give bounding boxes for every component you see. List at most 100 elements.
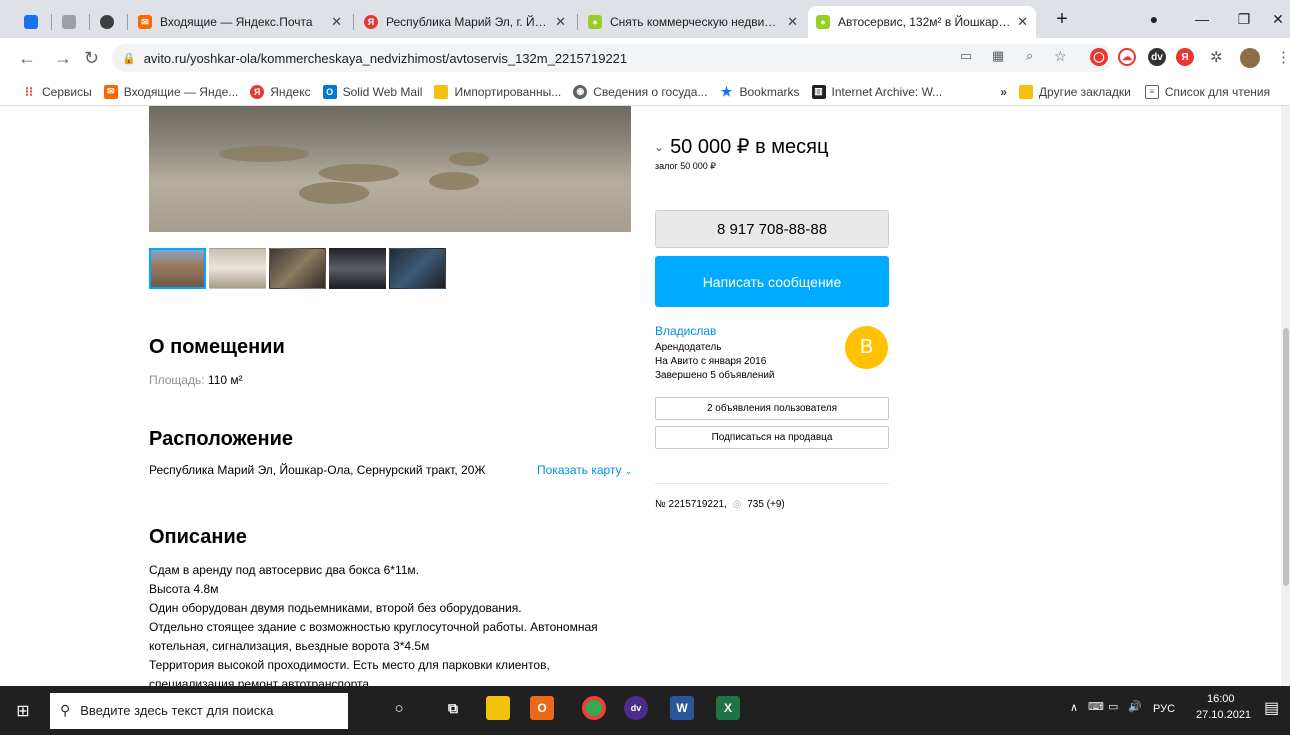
avito-favicon-icon: ● <box>588 15 602 29</box>
notifications-icon[interactable]: ▤ <box>1264 698 1279 718</box>
back-icon[interactable]: ← <box>18 48 36 69</box>
chevron-down-icon: ⌄ <box>654 139 665 154</box>
thumbnail[interactable] <box>389 248 446 289</box>
tab-avito-listing[interactable]: ● Автосервис, 132м² в Йошкар-О ✕ <box>808 6 1036 38</box>
photo-detail <box>429 172 479 190</box>
avito-favicon-icon: ● <box>816 15 830 29</box>
ad-number: № 2215719221, <box>655 499 727 510</box>
bookmark-yandex[interactable]: Я Яндекс <box>250 84 311 99</box>
bookmark-services[interactable]: ⁝⁝ Сервисы <box>22 83 92 99</box>
description-line: Отдельно стоящее здание с возможностью к… <box>149 620 598 634</box>
menu-kebab-icon[interactable]: ⋮ <box>1276 48 1290 66</box>
cast-icon[interactable]: ▭ <box>960 48 972 64</box>
extension-cloud-icon[interactable]: ☁ <box>1118 48 1136 66</box>
volume-icon[interactable]: 🔊 <box>1128 700 1142 713</box>
photo-detail <box>319 164 399 182</box>
language-indicator[interactable]: РУС <box>1153 703 1175 715</box>
show-map-link[interactable]: Показать карту ⌄ <box>537 461 632 480</box>
star-icon: ★ <box>720 83 733 99</box>
views-count: 735 (+9) <box>747 499 785 510</box>
extensions-puzzle-icon[interactable]: ✲ <box>1210 48 1223 66</box>
show-phone-button[interactable]: 8 917 708-88-88 <box>655 210 889 248</box>
new-tab-button[interactable]: + <box>1040 0 1084 38</box>
tab-pinned-1[interactable] <box>18 6 46 38</box>
show-map-label: Показать карту <box>537 463 622 477</box>
extension-opera-icon[interactable]: ◯ <box>1090 48 1108 66</box>
bookmark-bookmarks[interactable]: ★ Bookmarks <box>719 83 800 99</box>
close-tab-icon[interactable]: ✕ <box>555 14 566 30</box>
tab-avito-rent[interactable]: ● Снять коммерческую недвижим ✕ <box>580 6 806 38</box>
bookmark-star-icon[interactable]: ☆ <box>1054 48 1067 65</box>
tab-yandex-mail[interactable]: ✉ Входящие — Яндекс.Почта ✕ <box>130 6 350 38</box>
bookmark-label: Internet Archive: W... <box>831 84 943 99</box>
excel-app-icon[interactable]: X <box>716 696 740 720</box>
forward-icon[interactable]: → <box>54 48 72 69</box>
more-bookmarks-button[interactable]: » <box>1000 85 1007 99</box>
subscribe-seller-button[interactable]: Подписаться на продавца <box>655 426 889 449</box>
ad-meta: № 2215719221, ◎ 735 (+9) <box>655 499 785 510</box>
apps-grid-icon: ⁝⁝ <box>24 83 34 99</box>
bookmark-label: Список для чтения <box>1164 84 1271 99</box>
bookmark-internet-archive[interactable]: ▥ Internet Archive: W... <box>811 84 943 99</box>
minimize-button[interactable]: — <box>1180 0 1224 38</box>
description-section-title: Описание <box>149 526 247 548</box>
bookmark-other[interactable]: Другие закладки <box>1018 84 1131 99</box>
extension-yandex-icon[interactable]: Я <box>1176 48 1194 66</box>
description-line: специализация ремонт автотранспорта. <box>149 677 373 686</box>
outlook-app-icon[interactable]: O <box>530 696 554 720</box>
tray-keyboard-icon[interactable]: ⌨ <box>1088 700 1104 713</box>
thumbnail[interactable] <box>149 248 206 289</box>
tray-chevron-icon[interactable]: ∧ <box>1070 701 1078 714</box>
dv-app-icon[interactable]: dv <box>624 696 648 720</box>
seller-name-link[interactable]: Владислав <box>655 324 716 338</box>
thumbnail[interactable] <box>329 248 386 289</box>
close-tab-icon[interactable]: ✕ <box>787 14 798 30</box>
lock-icon[interactable]: 🔒 <box>122 52 136 65</box>
description-line: котельная, сигнализация, вьездные ворота… <box>149 639 430 653</box>
task-view-icon[interactable]: ⧉ <box>441 696 465 720</box>
close-window-button[interactable]: ✕ <box>1256 0 1290 38</box>
tab-pinned-3[interactable] <box>94 6 122 38</box>
url-text: avito.ru/yoshkar-ola/kommercheskaya_nedv… <box>143 50 628 66</box>
cortana-icon[interactable]: ○ <box>387 696 411 720</box>
tab-pinned-2[interactable] <box>56 6 84 38</box>
word-app-icon[interactable]: W <box>670 696 694 720</box>
qr-code-icon[interactable]: ▦ <box>992 48 1004 64</box>
about-section-title: О помещении <box>149 336 285 358</box>
close-tab-icon[interactable]: ✕ <box>1017 14 1028 30</box>
network-icon[interactable]: ▭ <box>1108 700 1118 713</box>
tab-yandex-search[interactable]: Я Республика Марий Эл, г. Йошка ✕ <box>356 6 574 38</box>
price[interactable]: ⌄ 50 000 ₽ в месяц <box>654 134 828 159</box>
taskbar-search-input[interactable]: ⚲ Введите здесь текст для поиска <box>50 692 348 729</box>
zoom-icon[interactable]: ⌕ <box>1026 48 1033 64</box>
thumbnail[interactable] <box>269 248 326 289</box>
scrollbar-thumb[interactable] <box>1283 328 1289 586</box>
photo-detail <box>449 152 489 166</box>
avatar-icon[interactable] <box>1240 48 1260 68</box>
clock-time[interactable]: 16:00 <box>1207 693 1235 705</box>
thumbnail[interactable] <box>209 248 266 289</box>
profile-icon[interactable]: ● <box>1132 0 1176 38</box>
windows-start-icon[interactable]: ⊞ <box>0 686 46 735</box>
yandex-icon: Я <box>250 84 265 99</box>
clock-date[interactable]: 27.10.2021 <box>1196 709 1251 721</box>
send-message-button[interactable]: Написать сообщение <box>655 256 889 307</box>
listing-main-photo[interactable] <box>149 106 631 232</box>
close-tab-icon[interactable]: ✕ <box>331 14 342 30</box>
chrome-app-icon[interactable] <box>582 696 606 720</box>
seller-avatar[interactable]: B <box>845 326 888 369</box>
file-explorer-icon[interactable] <box>486 696 510 720</box>
reading-list-button[interactable]: ≡ Список для чтения <box>1144 84 1271 99</box>
bookmark-gov-info[interactable]: ◉ Сведения о госуда... <box>573 84 707 99</box>
reload-icon[interactable]: ↻ <box>84 48 99 69</box>
bookmark-yandex-mail[interactable]: ✉ Входящие — Янде... <box>103 84 238 99</box>
bookmark-label: Solid Web Mail <box>342 84 423 99</box>
location-section-title: Расположение <box>149 428 294 450</box>
user-ads-button[interactable]: 2 объявления пользователя <box>655 397 889 420</box>
extension-dv-icon[interactable]: dv <box>1148 48 1166 66</box>
page-content: О помещении Площадь: 110 м² Расположение… <box>0 106 1290 686</box>
bookmark-solid-web-mail[interactable]: O Solid Web Mail <box>322 84 423 99</box>
folder-icon <box>434 84 449 99</box>
bookmark-imported[interactable]: Импортированны... <box>434 84 561 99</box>
bookmark-label: Сервисы <box>42 84 92 99</box>
